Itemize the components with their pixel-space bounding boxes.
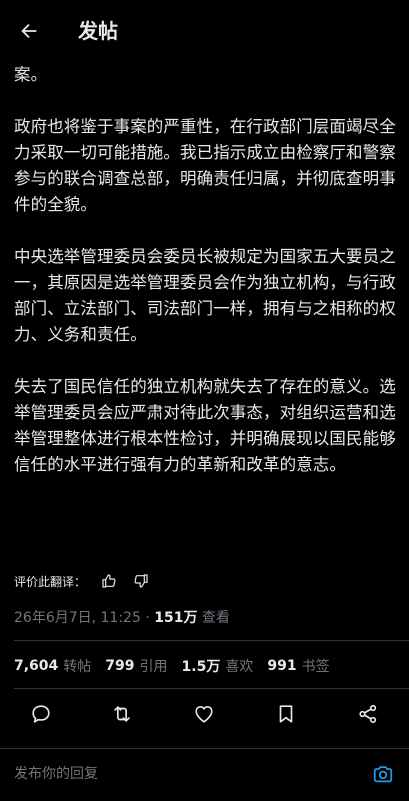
repost-button[interactable] bbox=[108, 700, 136, 728]
post-timestamp[interactable]: 26年6月7日, 11:25 bbox=[14, 610, 141, 626]
bookmark-icon bbox=[275, 703, 297, 725]
arrow-left-icon bbox=[18, 20, 40, 42]
page-title: 发帖 bbox=[78, 19, 118, 43]
post-paragraph-1: 案。 bbox=[14, 65, 48, 84]
divider bbox=[14, 688, 409, 689]
media-button[interactable] bbox=[370, 761, 396, 787]
quotes-label: 引用 bbox=[139, 659, 168, 675]
reposts-label: 转帖 bbox=[63, 659, 92, 675]
meta-separator: · bbox=[140, 610, 155, 626]
reposts-count: 7,604 bbox=[14, 658, 59, 674]
likes-label: 喜欢 bbox=[225, 659, 254, 675]
divider bbox=[14, 640, 409, 641]
like-button[interactable] bbox=[190, 700, 218, 728]
quotes-stat[interactable]: 799 引用 bbox=[105, 656, 167, 676]
thumbs-up-icon[interactable] bbox=[100, 572, 118, 590]
reposts-stat[interactable]: 7,604 转帖 bbox=[14, 656, 91, 676]
quotes-count: 799 bbox=[105, 658, 135, 674]
reply-bar bbox=[0, 748, 409, 801]
rating-label: 评价此翻译： bbox=[14, 574, 87, 589]
reply-button[interactable] bbox=[27, 700, 55, 728]
views-count: 151万 bbox=[154, 610, 198, 626]
reply-icon bbox=[30, 703, 52, 725]
translation-rating: 评价此翻译： bbox=[14, 571, 150, 591]
thumbs-down-icon[interactable] bbox=[132, 572, 150, 590]
camera-icon bbox=[372, 763, 394, 785]
post-paragraph-3: 中央选举管理委员会委员长被规定为国家五大要员之一，其原因是选举管理委员会作为独立… bbox=[14, 247, 396, 344]
views-label: 查看 bbox=[197, 610, 230, 626]
share-button[interactable] bbox=[354, 700, 382, 728]
engagement-stats: 7,604 转帖 799 引用 1.5万 喜欢 991 书签 bbox=[14, 656, 344, 676]
share-icon bbox=[357, 703, 379, 725]
reply-input[interactable] bbox=[14, 763, 344, 785]
bookmarks-stat[interactable]: 991 书签 bbox=[267, 656, 329, 676]
likes-count: 1.5万 bbox=[181, 659, 221, 675]
action-bar bbox=[0, 700, 409, 728]
post-paragraph-4: 失去了国民信任的独立机构就失去了存在的意义。选举管理委员会应严肃对待此次事态，对… bbox=[14, 377, 396, 474]
post-paragraph-2: 政府也将鉴于事案的严重性，在行政部门层面竭尽全力采取一切可能措施。我已指示成立由… bbox=[14, 117, 396, 214]
post-meta: 26年6月7日, 11:25 · 151万 查看 bbox=[14, 608, 230, 628]
top-bar: 发帖 bbox=[0, 0, 409, 58]
heart-icon bbox=[193, 703, 215, 725]
bookmarks-label: 书签 bbox=[301, 659, 330, 675]
bookmark-button[interactable] bbox=[272, 700, 300, 728]
post-text: 案。 政府也将鉴于事案的严重性，在行政部门层面竭尽全力采取一切可能措施。我已指示… bbox=[14, 62, 400, 478]
bookmarks-count: 991 bbox=[267, 658, 297, 674]
back-button[interactable] bbox=[14, 16, 44, 46]
likes-stat[interactable]: 1.5万 喜欢 bbox=[182, 656, 254, 676]
repost-icon bbox=[111, 703, 133, 725]
